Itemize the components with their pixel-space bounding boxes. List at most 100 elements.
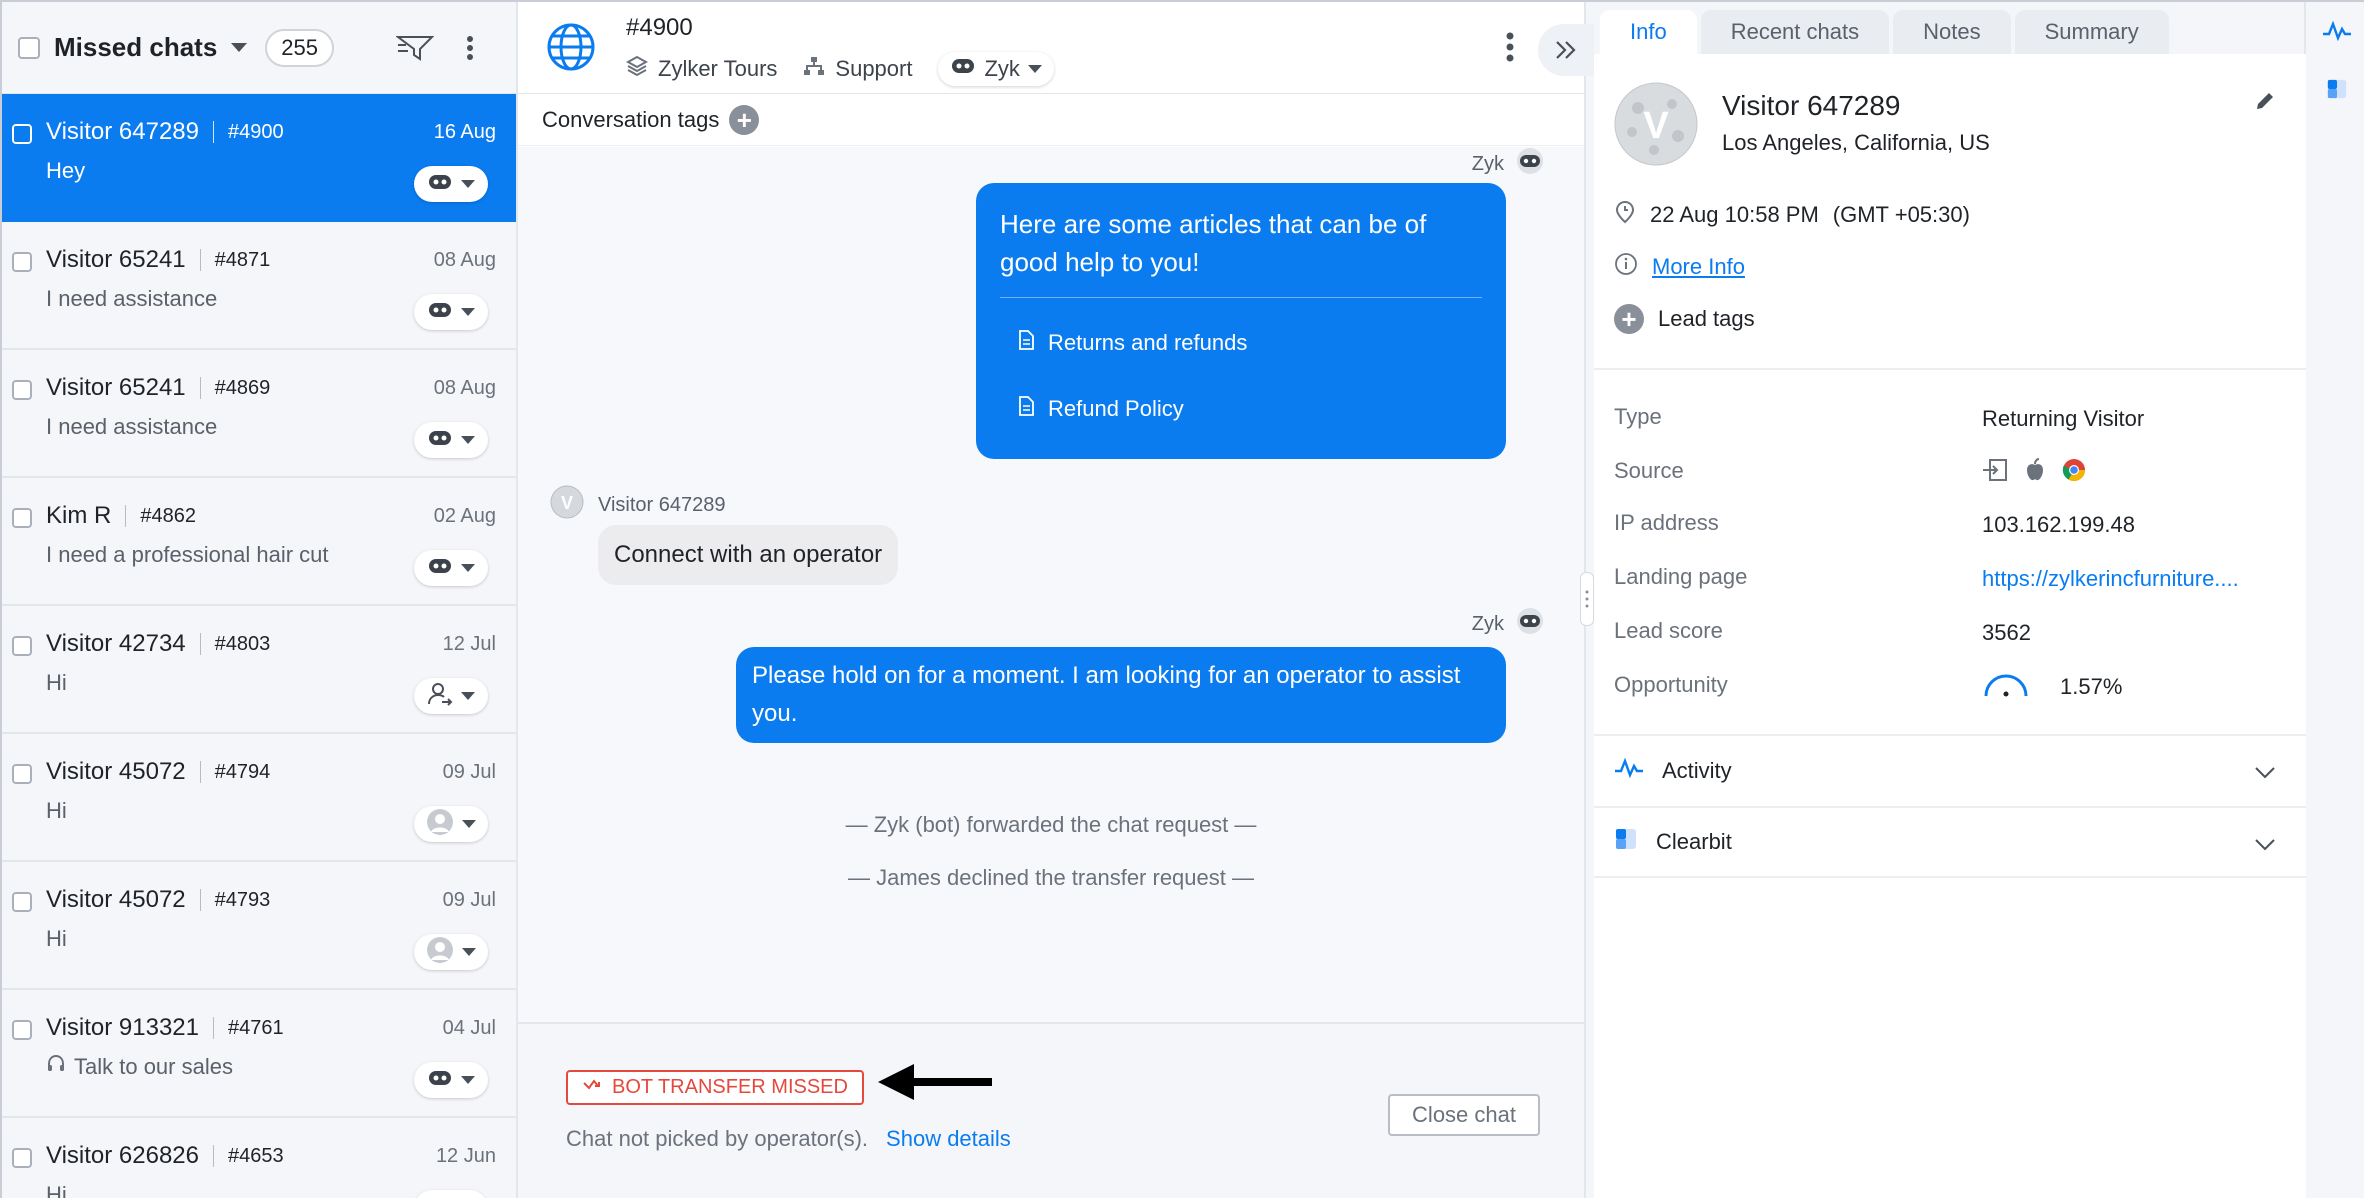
more-info-row: More Info (1614, 252, 1745, 282)
conversation-more-icon[interactable] (1506, 32, 1514, 67)
chat-preview-text: Hi (46, 926, 67, 951)
article-link[interactable]: Returns and refunds (1000, 310, 1482, 376)
article-title: Returns and refunds (1048, 330, 1248, 355)
chat-assignee-selector[interactable] (414, 678, 488, 714)
select-all-checkbox[interactable] (18, 36, 40, 59)
chat-checkbox[interactable] (12, 1020, 32, 1040)
info-tabs: Info Recent chats Notes Summary (1586, 2, 2304, 54)
chat-checkbox[interactable] (12, 252, 32, 272)
chat-visitor-name: Visitor 42734 (46, 630, 186, 657)
chat-list-item[interactable]: Visitor 42734 #4803 12 Jul Hi (2, 606, 516, 734)
chat-checkbox[interactable] (12, 1148, 32, 1168)
bot-icon (427, 300, 453, 325)
chat-preview-text: I need a professional hair cut (46, 542, 329, 567)
type-value: Returning Visitor (1982, 406, 2145, 431)
ip-value: 103.162.199.48 (1982, 512, 2135, 537)
chat-assignee-selector[interactable] (414, 1062, 488, 1098)
bot-icon (427, 172, 453, 197)
add-tag-icon[interactable]: + (729, 104, 760, 135)
chat-preview-text: Talk to our sales (74, 1054, 233, 1079)
chat-list-item[interactable]: Visitor 626826 #4653 12 Jun Hi (2, 1118, 516, 1198)
close-chat-button[interactable]: Close chat (1388, 1094, 1540, 1136)
more-info-link[interactable]: More Info (1652, 254, 1745, 280)
chat-id: #4794 (214, 760, 271, 783)
chat-checkbox[interactable] (12, 764, 32, 784)
footer-note-text: Chat not picked by operator(s). (566, 1126, 869, 1151)
chat-assignee-selector[interactable] (414, 294, 488, 330)
chat-assignee-selector[interactable] (414, 934, 488, 970)
chat-visitor-name: Visitor 626826 (46, 1142, 199, 1169)
activity-section[interactable]: Activity (1594, 734, 2306, 806)
chat-assignee-selector[interactable] (414, 422, 488, 458)
side-strip (2306, 2, 2364, 1198)
resize-handle[interactable] (1580, 572, 1594, 626)
chat-assignee-selector[interactable] (414, 166, 488, 202)
chat-checkbox[interactable] (12, 636, 32, 656)
source-label: Source (1614, 458, 1684, 483)
add-lead-tag-icon[interactable]: + (1614, 304, 1644, 334)
chat-assignee-selector[interactable] (414, 550, 488, 586)
chat-list-item[interactable]: Visitor 45072 #4794 09 Jul Hi (2, 734, 516, 862)
chat-assignee-selector[interactable] (414, 1190, 488, 1198)
opportunity-label: Opportunity (1614, 672, 1728, 697)
chat-list-item[interactable]: Visitor 45072 #4793 09 Jul Hi (2, 862, 516, 990)
chat-list-item[interactable]: Visitor 647289 #4900 16 Aug Hey (2, 94, 516, 222)
collapse-panel-button[interactable] (1538, 24, 1594, 76)
chat-checkbox[interactable] (12, 380, 32, 400)
chevron-down-icon[interactable] (231, 43, 248, 52)
show-details-link[interactable]: Show details (886, 1126, 1011, 1152)
bot-sender-label: Zyk (1472, 147, 1546, 181)
chevron-down-icon (1027, 65, 1042, 73)
assigned-bot-selector[interactable]: Zyk (938, 52, 1053, 86)
chat-date: 02 Aug (433, 504, 496, 527)
tab-info[interactable]: Info (1600, 10, 1697, 54)
chat-preview-text: Hi (46, 670, 67, 695)
clearbit-section[interactable]: Clearbit (1594, 806, 2306, 878)
chat-date: 12 Jun (435, 1144, 496, 1167)
message-area[interactable]: Zyk Here are some articles that can be o… (518, 147, 1584, 1022)
activity-icon[interactable] (2322, 20, 2352, 47)
user-avatar-icon (426, 936, 454, 969)
visitor-sender-name: Visitor 647289 (598, 493, 726, 516)
chat-preview-text: Hi (46, 1182, 67, 1198)
chat-list-title[interactable]: Missed chats (54, 32, 217, 63)
chat-checkbox[interactable] (12, 892, 32, 912)
article-link[interactable]: Refund Policy (1000, 376, 1482, 442)
footer-note: Chat not picked by operator(s). Show det… (566, 1126, 1011, 1152)
chat-visitor-name: Visitor 65241 (46, 246, 186, 273)
conversation-id: #4900 (626, 14, 693, 41)
chevron-down-icon (461, 692, 475, 700)
conversation-tags-bar: Conversation tags + (518, 94, 1584, 146)
filter-icon[interactable] (396, 33, 434, 63)
ip-label: IP address (1614, 510, 1719, 535)
tab-recent-chats[interactable]: Recent chats (1700, 10, 1890, 54)
chat-list-item[interactable]: Visitor 913321 #4761 04 Jul Talk to our sal… (2, 990, 516, 1118)
activity-title: Activity (1662, 758, 1732, 783)
chat-list-item[interactable]: Kim R #4862 02 Aug I need a professional ha… (2, 478, 516, 606)
chat-list-item[interactable]: Visitor 65241 #4871 08 Aug I need assistanc… (2, 222, 516, 350)
lead-score-label: Lead score (1614, 618, 1723, 643)
visitor-timezone: (GMT +05:30) (1832, 202, 1970, 227)
user-outline-icon (427, 681, 453, 712)
conversation-header: #4900 Zylker Tours Support Zyk (518, 2, 1594, 94)
document-icon (1018, 324, 1034, 362)
pencil-icon[interactable] (2254, 90, 2276, 117)
apple-icon (2024, 458, 2046, 488)
chat-checkbox[interactable] (12, 508, 32, 528)
tab-summary[interactable]: Summary (2014, 10, 2169, 54)
visitor-info-card: V Visitor 647289 Los Angeles, California… (1594, 54, 2306, 1198)
more-options-icon[interactable] (466, 35, 474, 61)
chat-checkbox[interactable] (12, 124, 32, 144)
landing-page-link[interactable]: https://zylkerincfurniture.... (1982, 566, 2282, 592)
lead-tags-row[interactable]: + Lead tags (1614, 304, 1755, 334)
chat-visitor-name: Kim R (46, 502, 112, 529)
tab-notes[interactable]: Notes (1893, 10, 2011, 54)
chat-list-item[interactable]: Visitor 65241 #4869 08 Aug I need assistanc… (2, 350, 516, 478)
chat-date: 08 Aug (433, 248, 496, 271)
chevron-down-icon (2254, 832, 2276, 858)
opportunity-gauge-icon (1982, 670, 2030, 704)
chat-id: #4793 (214, 888, 271, 911)
chat-assignee-selector[interactable] (414, 806, 488, 842)
clearbit-icon[interactable] (2326, 78, 2348, 105)
divider (199, 761, 201, 783)
